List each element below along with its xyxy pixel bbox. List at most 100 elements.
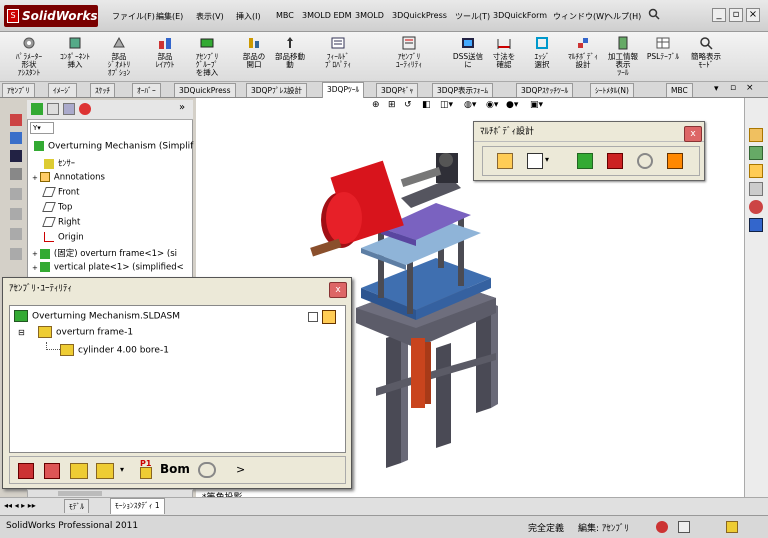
cmd-part-layout[interactable]: 部品 ﾚｲｱｳﾄ [148, 35, 182, 69]
appearance-icon[interactable] [749, 200, 763, 214]
cmd-move-part[interactable]: 部品移動 動 [272, 35, 308, 69]
assembly-icon[interactable] [577, 153, 593, 169]
tab-assembly[interactable]: ｱｾﾝﾌﾞﾘ [2, 83, 35, 97]
asm-root-node[interactable]: Overturning Mechanism.SLDASM [14, 310, 180, 322]
menu-3dquickpress[interactable]: 3DQuickPress [392, 11, 447, 20]
cmd-check-dimension[interactable]: 寸法を 確認 [486, 35, 522, 69]
bom-button[interactable]: Bom [160, 462, 190, 476]
tree-item[interactable]: + vertical plate<1> (simplified< [32, 262, 184, 273]
restore-button[interactable]: ▫ [729, 8, 743, 22]
appearance-icon[interactable]: ●▾ [506, 100, 518, 110]
tab-mbc[interactable]: MBC [666, 83, 693, 97]
more-button[interactable]: > [236, 463, 245, 476]
folder-icon[interactable] [749, 164, 763, 178]
menu-insert[interactable]: 挿入(I) [236, 11, 261, 22]
cmd-simplified-mode[interactable]: 簡略表示 ﾓｰﾄﾞ [686, 35, 726, 69]
tab-nav-icons[interactable]: ◂◂ ◂ ▸ ▸▸ [4, 501, 36, 510]
hide-show-icon[interactable]: ◉▾ [486, 100, 498, 110]
section-view-icon[interactable]: ◧ [422, 100, 431, 110]
bom-part-icon[interactable] [140, 467, 152, 479]
display-manager-icon[interactable] [79, 103, 91, 115]
tree-item[interactable]: ｾﾝｻｰ [44, 157, 75, 169]
close-icon[interactable]: x [329, 282, 347, 298]
inspect-icon[interactable] [198, 462, 216, 478]
tool-icon[interactable] [10, 248, 22, 260]
view-palette-icon[interactable] [749, 182, 763, 196]
tab-3dquickpress[interactable]: 3DQuickPress [174, 83, 236, 97]
close-doc-icon[interactable]: × [746, 83, 754, 93]
previous-view-icon[interactable]: ↺ [404, 100, 412, 110]
cmd-psl-table[interactable]: PSLﾃｰﾌﾞﾙ [640, 35, 686, 61]
home-icon[interactable] [749, 128, 763, 142]
menu-window[interactable]: ウィンドウ(W) [553, 11, 607, 22]
zoom-fit-icon[interactable]: ⊕ [372, 100, 380, 110]
minimize-button[interactable]: _ [712, 8, 726, 22]
menu-3dquickform[interactable]: 3DQuickForm [493, 11, 547, 20]
delete-icon[interactable] [18, 463, 34, 479]
save-icon[interactable] [10, 150, 22, 162]
tree-item[interactable]: + Annotations [32, 172, 105, 183]
menu-edit[interactable]: 編集(E) [156, 11, 183, 22]
config-manager-icon[interactable] [63, 103, 75, 115]
cmd-multibody-design[interactable]: ﾏﾙﾁﾎﾞﾃﾞｨ 設計 [562, 35, 604, 69]
cmd-field-properties[interactable]: ﾌｨｰﾙﾄﾞ ﾌﾟﾛﾊﾟﾃｨ [310, 35, 366, 69]
tab-motion-study[interactable]: ﾓｰｼｮﾝｽﾀﾃﾞｨ 1 [110, 498, 165, 514]
tab-3dqp-gear[interactable]: 3DQPｷﾞｬ [376, 83, 419, 97]
custom-properties-icon[interactable] [749, 218, 763, 232]
cmd-dss-send[interactable]: DSS送信 に [450, 35, 486, 69]
tab-image[interactable]: ｲﾒｰｼﾞ [48, 83, 77, 97]
structure-icon[interactable] [322, 310, 336, 324]
minimize-doc-icon[interactable]: ▫ [730, 83, 736, 93]
sheet-icon[interactable] [527, 153, 543, 169]
tree-item[interactable]: Right [42, 217, 80, 228]
cmd-machining-info[interactable]: 加工情報 表示 ﾂｰﾙ [604, 35, 642, 77]
tag-icon[interactable] [726, 521, 738, 533]
tree-root[interactable]: Overturning Mechanism (Simplif [34, 141, 193, 152]
tab-over[interactable]: ｵｰﾊﾞｰ [132, 83, 161, 97]
tab-3dqp-tools[interactable]: 3DQPﾂｰﾙ [322, 82, 365, 98]
select-checkbox[interactable] [308, 312, 318, 322]
tree-item[interactable]: Front [42, 187, 80, 198]
print-icon[interactable] [10, 168, 22, 180]
collapse-icon[interactable]: ⊟ [18, 328, 25, 337]
rebuild-icon[interactable] [656, 521, 668, 533]
menu-view[interactable]: 表示(V) [196, 11, 224, 22]
tab-3dqp-sketch-tools[interactable]: 3DQPｽｹｯﾁﾂｰﾙ [516, 83, 574, 97]
asm-grandchild-node[interactable]: cylinder 4.00 bore-1 [60, 344, 169, 356]
view-orientation-icon[interactable]: ◫▾ [440, 100, 453, 110]
menu-3mold[interactable]: 3MOLD [355, 11, 384, 20]
library-icon[interactable] [749, 146, 763, 160]
chevron-down-icon[interactable]: ▾ [545, 155, 549, 164]
tool-icon[interactable] [10, 228, 22, 240]
cmd-open-part[interactable]: 部品の 開口 [236, 35, 272, 69]
menu-3mold-edm[interactable]: 3MOLD EDM [302, 11, 352, 20]
property-manager-icon[interactable] [47, 103, 59, 115]
copy-icon[interactable] [96, 463, 114, 479]
tab-sheet-metal[interactable]: ｼｰﾄﾒﾀﾙ(N) [590, 83, 634, 97]
chevron-down-icon[interactable]: ▾ [120, 465, 124, 474]
tab-3dqp-display-form[interactable]: 3DQP表示ﾌｫｰﾑ [432, 83, 493, 97]
close-icon[interactable]: x [684, 126, 702, 142]
cmd-parameter-assistant[interactable]: ﾊﾟﾗﾒｰﾀｰ 形状 ｱｼｽﾀﾝﾄ [4, 35, 54, 77]
cmd-assembly-utility[interactable]: ｱｾﾝﾌﾞﾘ ﾕｰﾃｨﾘﾃｨ [372, 35, 446, 69]
zoom-area-icon[interactable]: ⊞ [388, 100, 396, 110]
open-icon[interactable] [10, 132, 22, 144]
expand-panel-icon[interactable]: » [179, 102, 185, 113]
inspect-icon[interactable] [637, 153, 653, 169]
search-icon[interactable] [646, 8, 662, 22]
remove-icon[interactable] [44, 463, 60, 479]
tool-icon[interactable] [10, 208, 22, 220]
cmd-edge-select[interactable]: ｴｯｼﾞ 選択 [524, 35, 560, 69]
tab-model[interactable]: ﾓﾃﾞﾙ [64, 499, 89, 513]
tool-icon[interactable] [10, 188, 22, 200]
tab-3dqp-press-design[interactable]: 3DQPﾌﾟﾚｽ設計 [246, 83, 307, 97]
display-style-icon[interactable]: ◍▾ [464, 100, 476, 110]
cmd-insert-component[interactable]: ｺﾝﾎﾟｰﾈﾝﾄ 挿入 [58, 35, 92, 69]
body-icon[interactable] [607, 153, 623, 169]
tab-sketch[interactable]: ｽｹｯﾁ [90, 83, 115, 97]
menu-help[interactable]: ヘルプ(H) [605, 11, 641, 22]
close-button[interactable]: × [746, 8, 760, 22]
scene-icon[interactable]: ▣▾ [530, 100, 543, 110]
replace-icon[interactable] [70, 463, 88, 479]
filter-icon[interactable]: Y▾ [30, 122, 54, 134]
